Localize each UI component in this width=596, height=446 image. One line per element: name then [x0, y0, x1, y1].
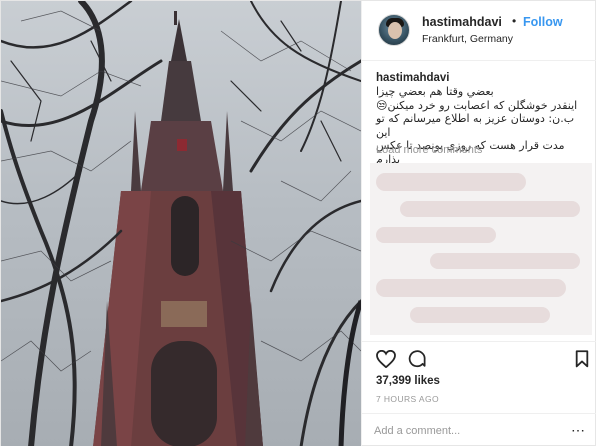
caption-username[interactable]: hastimahdavi: [376, 72, 450, 84]
post-header: hastimahdavi • Follow Frankfurt, Germany: [362, 1, 596, 61]
follow-button[interactable]: Follow: [523, 15, 563, 29]
heart-icon[interactable]: [376, 350, 396, 368]
action-bar: [362, 341, 596, 375]
bookmark-icon[interactable]: [575, 350, 589, 368]
instagram-post: hastimahdavi • Follow Frankfurt, Germany…: [0, 0, 596, 446]
blurred-comment: [430, 253, 580, 269]
avatar-face: [388, 22, 402, 39]
blurred-comment: [376, 279, 566, 297]
avatar[interactable]: [378, 14, 410, 46]
comment-box: ⋯: [362, 413, 596, 446]
username-link[interactable]: hastimahdavi: [422, 15, 502, 29]
comment-bubble-icon[interactable]: [408, 350, 427, 369]
separator-dot: •: [512, 14, 517, 28]
post-photo[interactable]: [1, 1, 361, 446]
comment-input[interactable]: [374, 422, 554, 440]
more-options-icon[interactable]: ⋯: [571, 422, 586, 439]
load-more-comments-link[interactable]: Load more comments: [376, 144, 482, 156]
blurred-comment: [410, 307, 550, 323]
likes-count[interactable]: 37,399 likes: [376, 375, 440, 387]
location-link[interactable]: Frankfurt, Germany: [422, 33, 513, 45]
caption-line: اينقدر خوشگلن كه اعصابت رو خرد ميكنن😒: [376, 98, 578, 112]
post-side-panel: hastimahdavi • Follow Frankfurt, Germany…: [361, 1, 596, 446]
post-timestamp[interactable]: 7 HOURS AGO: [376, 394, 439, 404]
blurred-comment: [376, 227, 496, 243]
church-tower-photo: [1, 1, 361, 446]
blurred-comments: [370, 163, 592, 335]
caption-line: بعضي وقتا هم بعضي چيزا: [376, 85, 494, 98]
blurred-comment: [376, 173, 526, 191]
blurred-comment: [400, 201, 580, 217]
caption-line: ب.ن: دوستان عزيز به اطلاع ميرسانم كه تو …: [376, 112, 575, 139]
